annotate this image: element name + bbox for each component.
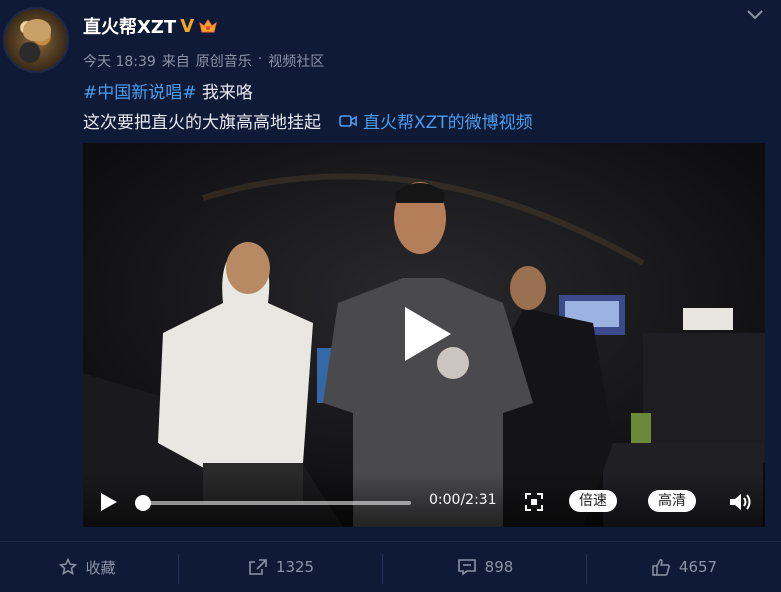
progress-handle[interactable] [135, 495, 151, 511]
community-link[interactable]: 视频社区 [268, 51, 324, 71]
post-time[interactable]: 今天 18:39 [83, 51, 156, 71]
divider [382, 554, 383, 584]
chevron-down-icon[interactable] [744, 5, 766, 23]
star-icon [59, 558, 78, 576]
repost-icon [249, 559, 267, 575]
video-link-label: 直火帮XZT的微博视频 [363, 113, 533, 133]
post-meta: 今天 18:39 来自 原创音乐 · 视频社区 [83, 51, 324, 71]
divider [586, 554, 587, 584]
video-camera-icon [339, 114, 357, 127]
volume-icon[interactable] [728, 491, 752, 513]
like-button[interactable]: 4657 [589, 542, 779, 592]
vip-crown-icon [198, 17, 218, 35]
comment-button[interactable]: 898 [385, 542, 585, 592]
post-actions: 收藏 1325 898 4657 [0, 541, 781, 592]
divider [178, 554, 179, 584]
username[interactable]: 直火帮XZT [83, 13, 176, 39]
hashtag-link[interactable]: #中国新说唱# [83, 83, 197, 103]
thumbs-up-icon [652, 559, 670, 576]
weibo-post: 直火帮XZT V 今天 18:39 来自 原创音乐 · 视频社区 #中国新说唱#… [0, 0, 781, 541]
video-time: 0:00/2:31 [429, 492, 497, 508]
post-text-line1: #中国新说唱# 我来咯 [83, 78, 253, 103]
speed-button[interactable]: 倍速 [569, 490, 617, 512]
avatar[interactable] [3, 7, 69, 73]
fullscreen-icon[interactable] [524, 492, 544, 512]
post-text-line2: 这次要把直火的大旗高高地挂起 直火帮XZT的微博视频 [83, 108, 533, 133]
progress-track[interactable] [139, 501, 411, 505]
source-link[interactable]: 原创音乐 [196, 51, 252, 71]
video-controls: 0:00/2:31 倍速 高清 [83, 473, 765, 527]
like-count: 4657 [678, 558, 718, 576]
favorite-label: 收藏 [85, 558, 116, 577]
post-text: 我来咯 [196, 83, 253, 103]
verified-icon: V [180, 15, 195, 37]
username-row: 直火帮XZT V [83, 13, 218, 39]
source-prefix: 来自 [161, 54, 190, 70]
post-text-2: 这次要把直火的大旗高高地挂起 [83, 113, 321, 133]
repost-count: 1325 [275, 558, 315, 576]
video-link[interactable]: 直火帮XZT的微博视频 [339, 108, 533, 133]
favorite-button[interactable]: 收藏 [0, 542, 175, 592]
comment-icon [457, 559, 476, 576]
video-player[interactable]: 0:00/2:31 倍速 高清 [83, 143, 765, 527]
comment-count: 898 [484, 558, 514, 576]
play-icon[interactable] [97, 491, 119, 513]
quality-button[interactable]: 高清 [648, 490, 696, 512]
separator-dot: · [257, 51, 263, 67]
repost-button[interactable]: 1325 [181, 542, 381, 592]
play-overlay-icon[interactable] [399, 303, 455, 365]
